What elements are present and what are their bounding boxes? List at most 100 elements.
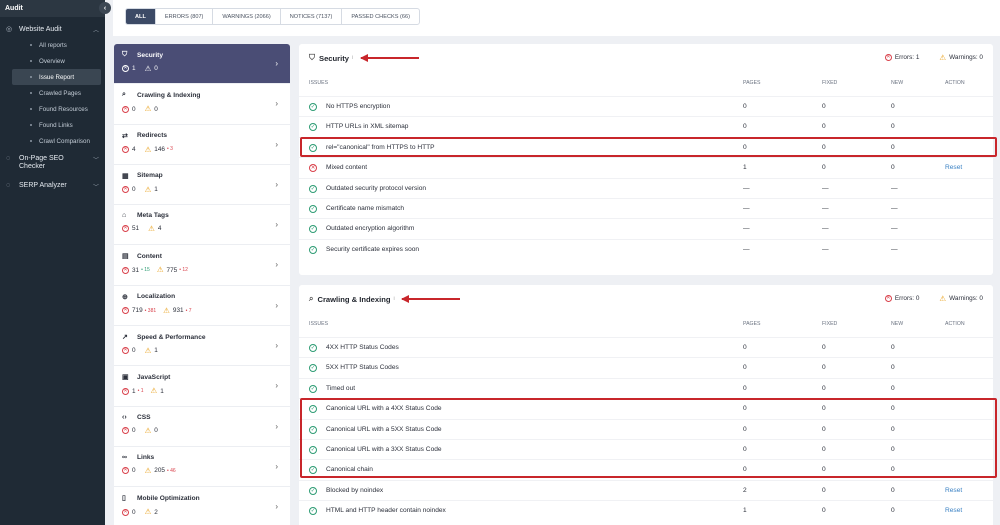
table-row[interactable]: ✓ Security certificate expires soon — — — bbox=[299, 238, 993, 260]
security-panel: ⛉ Security i ✕ Errors: 1 ⚠ Warnings: 0 I… bbox=[299, 44, 993, 275]
category-errors: 1 bbox=[132, 387, 136, 395]
nav-item-crawl-comparison[interactable]: Crawl Comparison bbox=[12, 133, 101, 149]
category-counts: ✕ 0 ⚠ 0 bbox=[122, 105, 290, 113]
issue-name[interactable]: HTML and HTTP header contain noindex bbox=[326, 507, 446, 514]
issue-name[interactable]: 4XX HTTP Status Codes bbox=[326, 344, 399, 351]
category-errors: 0 bbox=[132, 186, 136, 194]
category-title: ⌂ Meta Tags bbox=[122, 212, 290, 219]
fixed-count: — bbox=[822, 184, 829, 192]
nav-onpage-seo[interactable]: ◌ On-Page SEO Checker ﹀ bbox=[0, 151, 105, 176]
fixed-count: 0 bbox=[822, 103, 826, 110]
issue-name[interactable]: No HTTPS encryption bbox=[326, 103, 390, 110]
category-name: Redirects bbox=[137, 132, 168, 140]
info-icon[interactable]: i bbox=[393, 296, 394, 302]
table-row[interactable]: ✓ Certificate name mismatch — — — bbox=[299, 198, 993, 219]
warning-icon: ⚠ bbox=[156, 265, 164, 275]
pages-count: 0 bbox=[743, 364, 747, 372]
nav-item-found-resources[interactable]: Found Resources bbox=[12, 101, 101, 117]
error-icon: ✕ bbox=[122, 426, 129, 434]
tab-2[interactable]: WARNINGS (2066) bbox=[213, 9, 281, 24]
tab-4[interactable]: PASSED CHECKS (66) bbox=[342, 9, 419, 24]
issue-name[interactable]: Security certificate expires soon bbox=[326, 246, 419, 253]
table-row[interactable]: ✓ Outdated security protocol version — — — bbox=[299, 177, 993, 199]
tab-1[interactable]: ERRORS (807) bbox=[156, 9, 214, 24]
new-count: — bbox=[891, 184, 898, 192]
collapse-nav-icon[interactable]: ‹ bbox=[99, 2, 111, 14]
category-sitemap[interactable]: ▦ Sitemap ✕ 0 ⚠ 1 › bbox=[114, 164, 290, 206]
category-speed-performance[interactable]: ↗ Speed & Performance ✕ 0 ⚠ 1 › bbox=[114, 326, 290, 367]
issue-name[interactable]: HTTP URLs in XML sitemap bbox=[326, 123, 408, 130]
category-warnings: 146 bbox=[154, 145, 165, 153]
issue-name[interactable]: 5XX HTTP Status Codes bbox=[326, 364, 399, 371]
nav-serp-analyzer[interactable]: ◌ SERP Analyzer ﹀ bbox=[0, 178, 105, 195]
fixed-count: 0 bbox=[822, 364, 826, 372]
nav-item-overview[interactable]: Overview bbox=[12, 53, 101, 69]
tab-0[interactable]: ALL bbox=[126, 9, 156, 24]
security-columns: ISSUES PAGES FIXED NEW ACTION bbox=[299, 80, 993, 90]
reset-link[interactable]: Reset bbox=[945, 507, 962, 514]
category-name: Speed & Performance bbox=[137, 333, 206, 341]
nav-item-crawled-pages[interactable]: Crawled Pages bbox=[12, 85, 101, 101]
tag-icon: ⌂ bbox=[122, 212, 127, 220]
category-content[interactable]: ▤ Content ✕ 31 • 15 ⚠ 775 • 12 › bbox=[114, 245, 290, 286]
nav-item-found-links[interactable]: Found Links bbox=[12, 117, 101, 133]
category-links[interactable]: ∞ Links ✕ 0 ⚠ 205 • 46 › bbox=[114, 446, 290, 488]
category-warnings: 205 bbox=[154, 467, 165, 475]
col-pages: PAGES bbox=[743, 321, 761, 327]
category-redirects[interactable]: ⇄ Redirects ✕ 4 ⚠ 146 • 3 › bbox=[114, 124, 290, 165]
nav-website-audit[interactable]: ◎ Website Audit ︿ bbox=[0, 21, 105, 37]
category-title: ∞ Links bbox=[122, 454, 290, 461]
category-name: Crawling & Indexing bbox=[137, 91, 201, 99]
category-meta-tags[interactable]: ⌂ Meta Tags ✕ 51 ⚠ 4 › bbox=[114, 205, 290, 246]
tab-3[interactable]: NOTICES (7137) bbox=[281, 9, 343, 24]
new-count: 0 bbox=[891, 486, 895, 494]
error-icon: ✕ bbox=[122, 387, 129, 395]
table-row[interactable]: ✓ Blocked by noindex 2 0 0 Reset bbox=[299, 479, 993, 501]
category-warnings: 0 bbox=[154, 105, 158, 113]
issue-name[interactable]: Certificate name mismatch bbox=[326, 205, 404, 212]
nav-item-label: Issue Report bbox=[39, 73, 75, 81]
table-row[interactable]: ✓ Outdated encryption algorithm — — — bbox=[299, 218, 993, 239]
table-row[interactable]: ✓ HTTP URLs in XML sitemap 0 0 0 bbox=[299, 116, 993, 137]
category-title: ⛉ Security bbox=[122, 51, 290, 59]
issue-name[interactable]: Outdated security protocol version bbox=[326, 185, 426, 192]
issue-name[interactable]: Blocked by noindex bbox=[326, 487, 383, 494]
check-circle-icon: ✓ bbox=[309, 384, 317, 393]
table-row[interactable]: ✕ Mixed content 1 0 0 Reset bbox=[299, 157, 993, 178]
link-icon: ∞ bbox=[122, 453, 127, 461]
reset-link[interactable]: Reset bbox=[945, 164, 962, 171]
col-fixed: FIXED bbox=[822, 80, 838, 86]
table-row[interactable]: ✓ 5XX HTTP Status Codes 0 0 0 bbox=[299, 357, 993, 378]
category-counts: ✕ 719 • 381 ⚠ 931 • 7 bbox=[122, 307, 290, 315]
crawling-title: Crawling & Indexing bbox=[317, 294, 391, 304]
warning-icon: ⚠ bbox=[144, 144, 152, 154]
category-title: ‹› CSS bbox=[122, 414, 290, 421]
table-row[interactable]: ✓ No HTTPS encryption 0 0 0 bbox=[299, 96, 993, 117]
category-counts: ✕ 4 ⚠ 146 • 3 bbox=[122, 146, 290, 154]
highlight-box bbox=[300, 137, 997, 157]
category-mobile-optimization[interactable]: ▯ Mobile Optimization ✕ 0 ⚠ 2 › bbox=[114, 487, 290, 525]
category-crawling-indexing[interactable]: ⌕ Crawling & Indexing ✕ 0 ⚠ 0 › bbox=[114, 84, 290, 125]
issue-name[interactable]: Timed out bbox=[326, 385, 355, 392]
table-row[interactable]: ✓ 4XX HTTP Status Codes 0 0 0 bbox=[299, 337, 993, 358]
category-css[interactable]: ‹› CSS ✕ 0 ⚠ 0 › bbox=[114, 406, 290, 447]
issue-name[interactable]: Mixed content bbox=[326, 164, 367, 171]
error-icon: ✕ bbox=[122, 266, 129, 274]
pages-count: — bbox=[743, 184, 750, 192]
nav-item-issue-report[interactable]: Issue Report bbox=[12, 69, 101, 85]
chevron-right-icon: › bbox=[275, 179, 278, 189]
issue-name[interactable]: Outdated encryption algorithm bbox=[326, 225, 414, 232]
info-icon[interactable]: i bbox=[352, 55, 353, 61]
reset-link[interactable]: Reset bbox=[945, 487, 962, 494]
category-javascript[interactable]: ▣ JavaScript ✕ 1 • 1 ⚠ 1 › bbox=[114, 366, 290, 407]
table-row[interactable]: ✓ Timed out 0 0 0 bbox=[299, 377, 993, 399]
pages-count: 0 bbox=[743, 123, 747, 131]
nav-item-all-reports[interactable]: All reports bbox=[12, 37, 101, 53]
category-localization[interactable]: ⊕ Localization ✕ 719 • 381 ⚠ 931 • 7 › bbox=[114, 285, 290, 327]
chevron-right-icon: › bbox=[275, 421, 278, 431]
pages-count: — bbox=[743, 245, 750, 253]
onpage-icon: ◌ bbox=[6, 155, 11, 162]
table-row[interactable]: ✓ HTML and HTTP header contain noindex 1 0 0… bbox=[299, 500, 993, 521]
category-security[interactable]: ⛉ Security ✕ 1 ⚠ 0 › bbox=[114, 44, 290, 85]
category-warnings: 1 bbox=[160, 387, 164, 395]
